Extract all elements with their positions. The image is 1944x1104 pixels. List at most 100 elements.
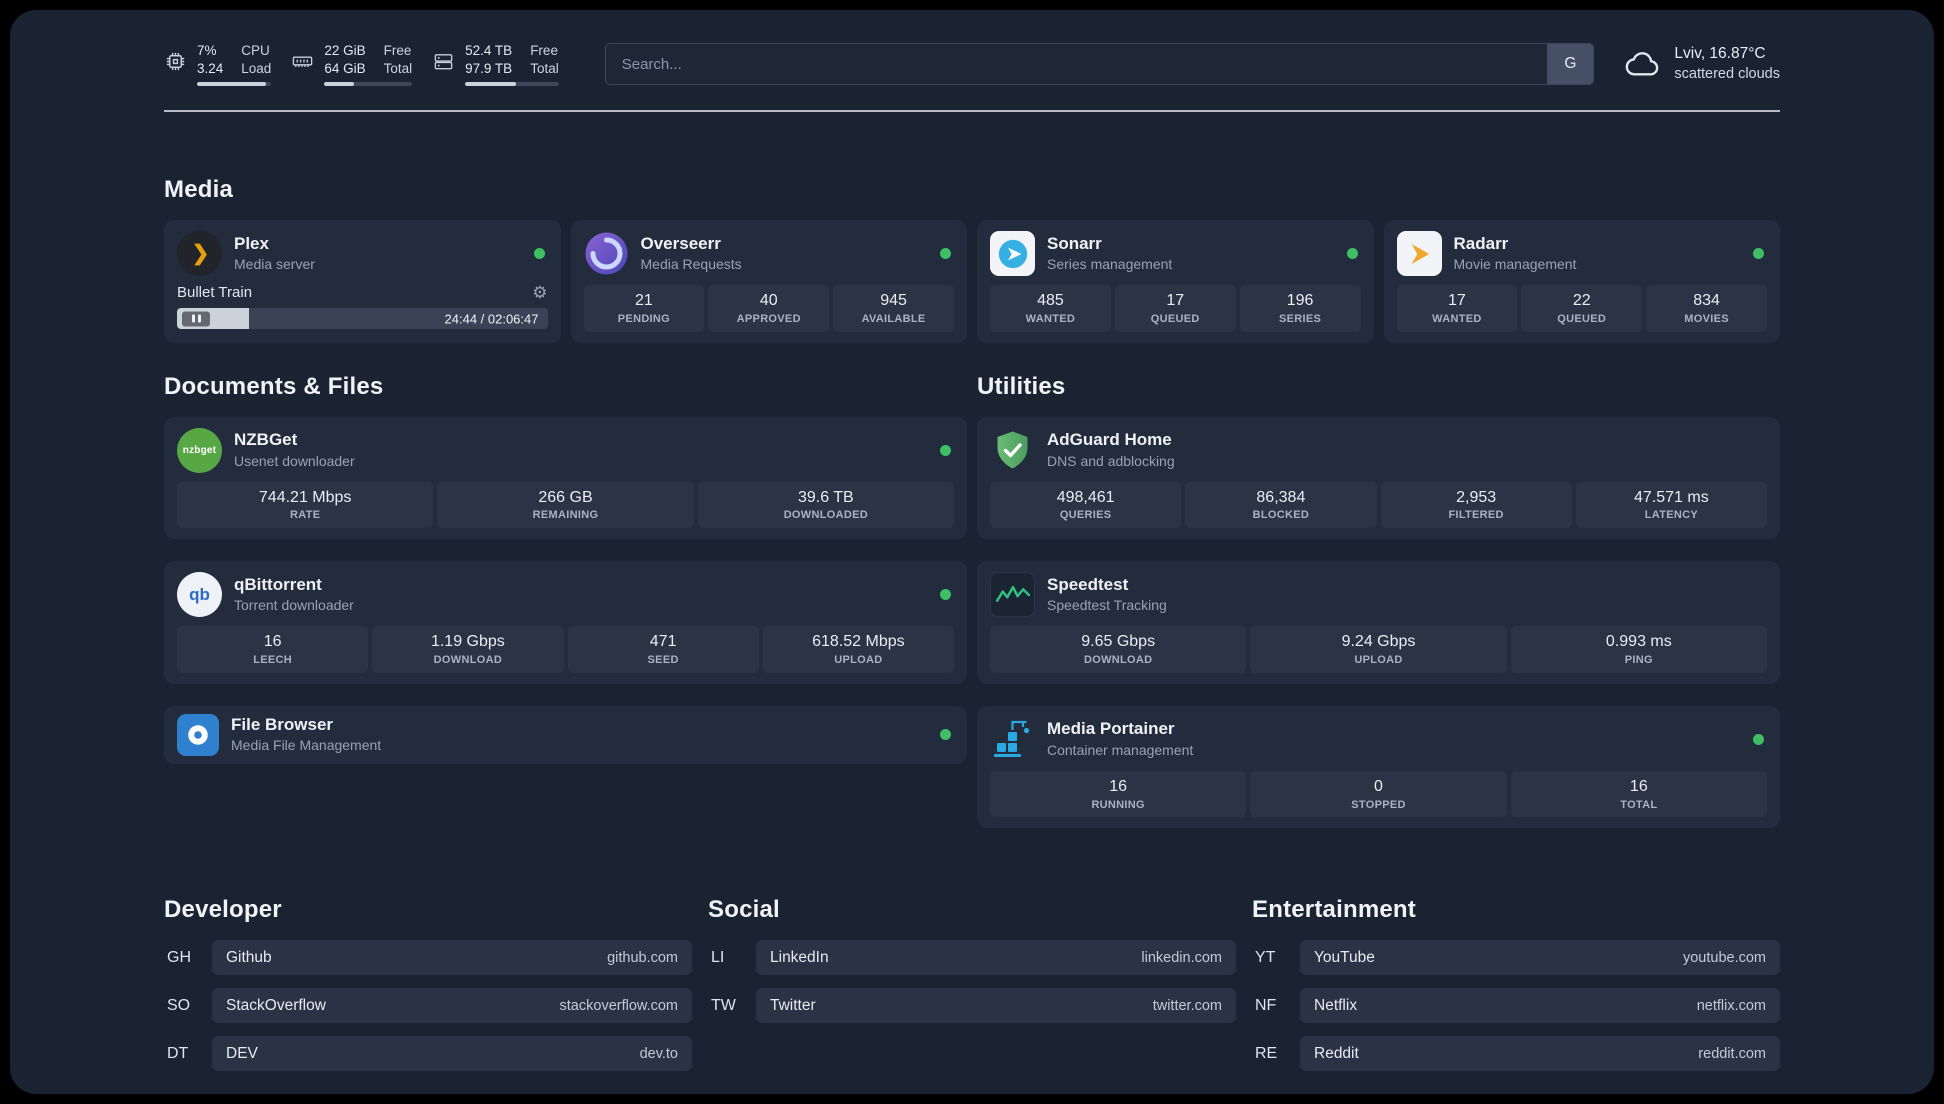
topbar-divider: [164, 110, 1780, 113]
search-engine-button[interactable]: G: [1547, 44, 1594, 85]
app-name: Media Portainer: [1047, 719, 1175, 739]
bookmark-row: YT YouTube youtube.com: [1252, 940, 1780, 976]
stat-label: DOWNLOAD: [433, 653, 503, 666]
stat-tile: 945 AVAILABLE: [833, 285, 954, 332]
radarr-card[interactable]: Radarr Movie management 17 WANTED 22 QUE…: [1383, 220, 1780, 343]
app-name: Sonarr: [1047, 233, 1102, 253]
speedtest-card[interactable]: Speedtest Speedtest Tracking 9.65 Gbps D…: [977, 561, 1780, 684]
playback-progress-bar[interactable]: 24:44 / 02:06:47: [177, 308, 548, 330]
section-media: Media ❯ Plex Media server Bullet Train ⚙: [164, 176, 1780, 343]
bookmark-abbr: RE: [1255, 1044, 1278, 1062]
dashboard-panel: 7% 3.24 CPU Load 22 GiB 64 GiB Free Tota…: [10, 10, 1934, 1094]
speedtest-icon: [990, 572, 1035, 618]
bookmark-link-twitter[interactable]: Twitter twitter.com: [756, 988, 1236, 1024]
bookmark-row: GH Github github.com: [164, 940, 692, 976]
stat-label: PING: [1624, 653, 1653, 666]
stat-tile: 21 PENDING: [583, 285, 705, 332]
qbittorrent-card[interactable]: qb qBittorrent Torrent downloader 16 LEE…: [164, 561, 967, 684]
bookmark-name: LinkedIn: [770, 948, 829, 966]
stat-tile: 22 QUEUED: [1521, 285, 1643, 332]
bookmark-link-netflix[interactable]: Netflix netflix.com: [1300, 988, 1780, 1024]
cpu-load-value: 3.24: [197, 60, 224, 76]
bookmark-name: YouTube: [1314, 948, 1375, 966]
status-dot: [940, 248, 951, 260]
bookmark-link-youtube[interactable]: YouTube youtube.com: [1300, 940, 1780, 976]
stat-tile: 471 SEED: [567, 626, 759, 673]
stat-tile: 16 RUNNING: [990, 770, 1247, 818]
cpu-progress-bar: [197, 82, 272, 87]
stat-tile: 39.6 TB DOWNLOADED: [697, 481, 954, 529]
app-subtitle: Speedtest Tracking: [1047, 597, 1167, 614]
nzbget-card[interactable]: nzbget NZBGet Usenet downloader 744.21 M…: [164, 416, 967, 540]
stat-tile: 9.65 Gbps DOWNLOAD: [990, 626, 1247, 673]
ram-free-value: 22 GiB: [324, 43, 366, 58]
status-dot: [1346, 248, 1358, 260]
overseerr-card[interactable]: Overseerr Media Requests 21 PENDING 40 A…: [570, 220, 967, 343]
app-subtitle: Container management: [1047, 741, 1194, 758]
radarr-icon: [1396, 231, 1442, 277]
stat-value: 22: [1572, 292, 1591, 310]
disk-free-label: Free: [530, 43, 558, 58]
stat-value: 471: [649, 633, 677, 651]
app-subtitle: Movie management: [1453, 256, 1577, 273]
stat-value: 17: [1166, 292, 1185, 310]
search-input[interactable]: [605, 44, 1548, 85]
stat-tile: 86,384 BLOCKED: [1185, 481, 1377, 529]
stat-label: LEECH: [253, 653, 293, 666]
stat-label: LATENCY: [1644, 509, 1698, 522]
stat-value: 16: [263, 633, 282, 651]
stat-label: BLOCKED: [1252, 509, 1310, 522]
pause-button[interactable]: [182, 311, 210, 327]
bookmark-link-github[interactable]: Github github.com: [212, 940, 692, 976]
app-name: File Browser: [231, 714, 334, 734]
section-title-media: Media: [164, 176, 234, 204]
bookmark-url: stackoverflow.com: [559, 997, 678, 1014]
status-dot: [940, 729, 951, 741]
portainer-card[interactable]: Media Portainer Container management 16 …: [977, 705, 1780, 829]
stat-value: 0: [1374, 777, 1383, 795]
section-social: Social LI LinkedIn linkedin.com TW Twitt…: [708, 896, 1236, 1036]
bookmark-abbr: SO: [167, 996, 191, 1014]
stat-label: RUNNING: [1091, 798, 1145, 811]
bookmark-row: RE Reddit reddit.com: [1252, 1036, 1780, 1072]
adguard-card[interactable]: AdGuard Home DNS and adblocking 498,461 …: [977, 416, 1780, 540]
app-name: Radarr: [1453, 233, 1509, 253]
filebrowser-card[interactable]: File Browser Media File Management: [164, 705, 967, 764]
bookmark-name: Reddit: [1314, 1044, 1359, 1062]
app-name: qBittorrent: [234, 574, 322, 594]
app-name: Overseerr: [640, 233, 721, 253]
gear-icon[interactable]: ⚙: [532, 284, 547, 301]
section-title-entertainment: Entertainment: [1252, 896, 1416, 924]
stat-tile: 2,953 FILTERED: [1380, 481, 1572, 529]
weather-condition: scattered clouds: [1674, 66, 1780, 83]
disk-progress-bar: [465, 82, 559, 87]
playback-time: 24:44 / 02:06:47: [444, 311, 539, 327]
bookmark-row: SO StackOverflow stackoverflow.com: [164, 988, 692, 1024]
plex-icon: ❯: [177, 231, 222, 277]
bookmark-url: youtube.com: [1682, 949, 1766, 966]
stat-value: 21: [635, 292, 653, 310]
stat-value: 9.65 Gbps: [1081, 633, 1156, 651]
weather-widget: Lviv, 16.87°C scattered clouds: [1624, 44, 1780, 84]
bookmark-link-reddit[interactable]: Reddit reddit.com: [1300, 1036, 1780, 1072]
stat-tile: 0 STOPPED: [1250, 770, 1507, 818]
bookmark-link-linkedin[interactable]: LinkedIn linkedin.com: [756, 940, 1236, 976]
plex-card[interactable]: ❯ Plex Media server Bullet Train ⚙ 24:44…: [164, 220, 561, 343]
stat-value: 16: [1109, 777, 1128, 795]
status-dot: [1753, 248, 1764, 260]
bookmark-link-dev[interactable]: DEV dev.to: [212, 1036, 692, 1072]
stat-label: QUERIES: [1059, 509, 1112, 522]
bookmark-link-stackoverflow[interactable]: StackOverflow stackoverflow.com: [212, 988, 692, 1024]
section-title-developer: Developer: [164, 896, 282, 924]
top-bar: 7% 3.24 CPU Load 22 GiB 64 GiB Free Tota…: [164, 42, 1780, 87]
cpu-load-label: Load: [241, 60, 272, 76]
bookmark-abbr: NF: [1255, 996, 1277, 1014]
section-documents: Documents & Files nzbget NZBGet Usenet d…: [164, 373, 967, 829]
stat-label: SEED: [647, 653, 679, 666]
stat-value: 744.21 Mbps: [258, 488, 352, 506]
stat-tile: 266 GB REMAINING: [437, 481, 694, 529]
sonarr-card[interactable]: Sonarr Series management 485 WANTED 17 Q…: [977, 220, 1374, 343]
app-subtitle: Media server: [234, 256, 315, 273]
stat-value: 618.52 Mbps: [812, 633, 905, 651]
status-dot: [940, 589, 951, 601]
